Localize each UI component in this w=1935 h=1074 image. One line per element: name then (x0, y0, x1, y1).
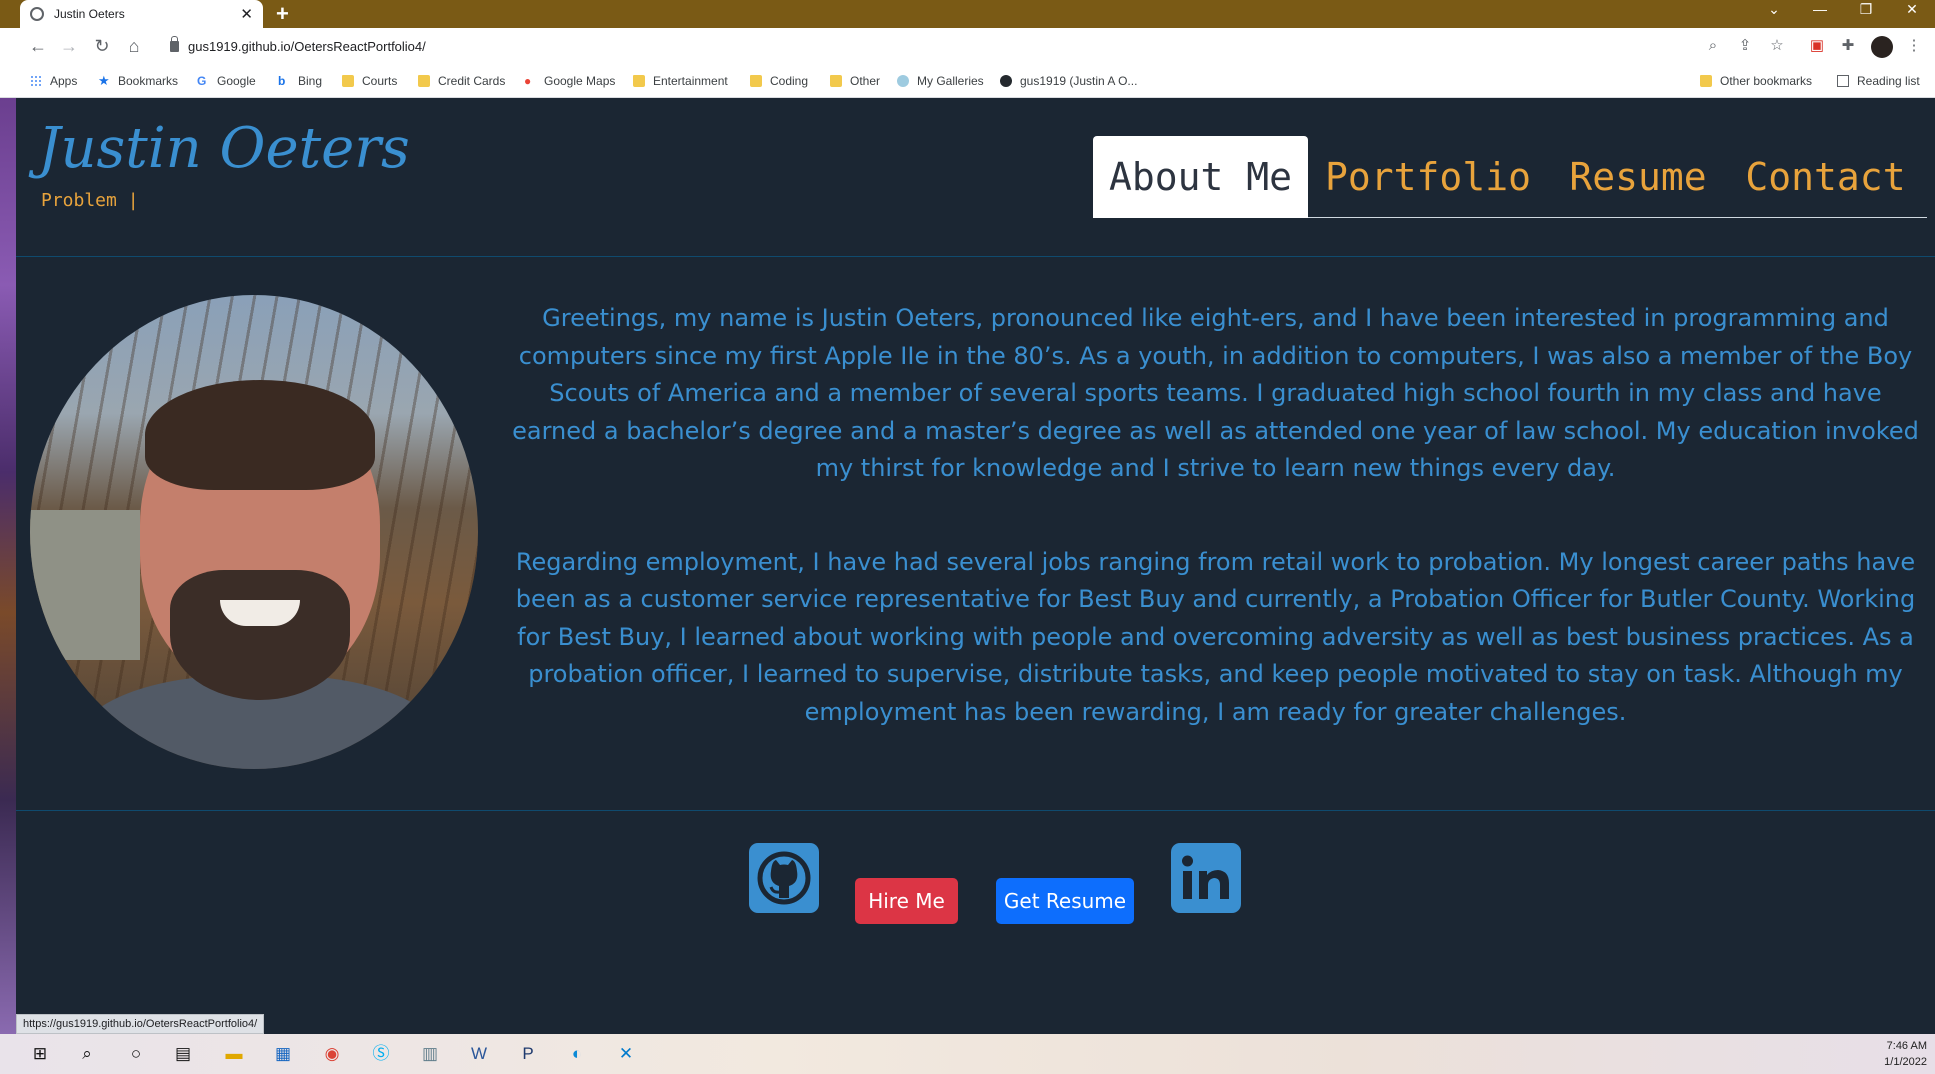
bookmark-courts[interactable]: Courts (342, 73, 397, 89)
edge-icon[interactable]: ◐ (565, 1042, 589, 1066)
new-tab-button[interactable]: + (276, 1, 289, 27)
search-icon[interactable]: ⌕ (75, 1042, 99, 1066)
bookmark-google-maps[interactable]: ● Google Maps (524, 73, 615, 89)
windows-taskbar: ⊞ ⌕ ○ ▤ ▬ ▦ ◉ Ⓢ ▥ W P ◐ ✕ 7:46 AM 1/1/20… (0, 1034, 1935, 1074)
clock-date: 1/1/2022 (1884, 1056, 1927, 1068)
folder-icon (750, 75, 762, 87)
bing-icon: b (278, 74, 286, 88)
folder-icon (342, 75, 354, 87)
calculator-icon[interactable]: ▥ (418, 1042, 442, 1066)
get-resume-button[interactable]: Get Resume (996, 878, 1134, 924)
nav-resume[interactable]: Resume (1548, 136, 1728, 218)
globe-icon (30, 7, 44, 21)
main-nav: About Me Portfolio Resume Contact (1093, 136, 1927, 218)
address-bar[interactable]: gus1919.github.io/OetersReactPortfolio4/ (160, 32, 1730, 60)
about-bio: Greetings, my name is Justin Oeters, pro… (509, 300, 1922, 731)
star-icon: ★ (98, 73, 110, 88)
folder-icon (1700, 75, 1712, 87)
publisher-icon[interactable]: P (516, 1042, 540, 1066)
vscode-icon[interactable]: ✕ (614, 1042, 638, 1066)
maps-pin-icon: ● (524, 74, 532, 88)
word-icon[interactable]: W (467, 1042, 491, 1066)
nav-about-me[interactable]: About Me (1093, 136, 1308, 218)
tab-search-icon[interactable]: ⌄ (1751, 0, 1797, 20)
nav-portfolio[interactable]: Portfolio (1308, 136, 1548, 218)
folder-icon (633, 75, 645, 87)
share-icon[interactable]: ⇪ (1735, 36, 1755, 56)
header-divider (16, 256, 1935, 257)
bookmark-coding[interactable]: Coding (750, 73, 808, 89)
restore-button[interactable]: ❐ (1843, 0, 1889, 20)
clock-time: 7:46 AM (1886, 1040, 1927, 1052)
site-brand[interactable]: Justin Oeters (38, 116, 410, 181)
tab-close-icon[interactable]: ✕ (240, 5, 253, 23)
file-explorer-icon[interactable]: ▬ (222, 1042, 246, 1066)
profile-photo (30, 295, 478, 769)
extensions-puzzle-icon[interactable]: ✚ (1838, 36, 1858, 56)
task-view-icon[interactable]: ▤ (171, 1042, 195, 1066)
lock-icon (170, 35, 179, 52)
forward-arrow-icon[interactable]: → (57, 34, 81, 58)
bookmark-bookmarks[interactable]: ★ Bookmarks (98, 73, 178, 89)
zoom-icon[interactable]: ⌕ (1703, 36, 1723, 56)
browser-tab-active[interactable]: Justin Oeters ✕ (20, 0, 263, 28)
url-text: gus1919.github.io/OetersReactPortfolio4/ (188, 38, 426, 54)
apps-grid-icon (30, 75, 42, 87)
other-bookmarks-folder[interactable]: Other bookmarks (1700, 73, 1812, 89)
github-icon[interactable] (749, 843, 819, 913)
bookmark-other[interactable]: Other (830, 73, 880, 89)
bookmark-bing[interactable]: b Bing (278, 73, 322, 89)
reading-list[interactable]: Reading list (1837, 73, 1920, 89)
bookmark-google[interactable]: G Google (197, 73, 256, 89)
chrome-icon[interactable]: ◉ (320, 1042, 344, 1066)
store-icon[interactable]: ▦ (271, 1042, 295, 1066)
nav-contact[interactable]: Contact (1728, 136, 1923, 218)
footer-divider (16, 810, 1935, 811)
folder-icon (830, 75, 842, 87)
desktop-wallpaper-edge (0, 98, 16, 1034)
bookmark-my-galleries[interactable]: My Galleries (897, 73, 984, 89)
browser-tab-strip: Justin Oeters ✕ + ⌄ — ❐ ✕ (0, 0, 1935, 28)
bio-paragraph: Greetings, my name is Justin Oeters, pro… (512, 304, 1919, 482)
back-arrow-icon[interactable]: ← (26, 34, 50, 58)
hire-me-button[interactable]: Hire Me (855, 878, 958, 924)
close-window-button[interactable]: ✕ (1889, 0, 1935, 20)
bookmark-star-icon[interactable]: ☆ (1767, 36, 1787, 56)
extension-badge-icon[interactable]: ▣ (1807, 36, 1827, 56)
linkedin-icon[interactable] (1171, 843, 1241, 913)
folder-icon (418, 75, 430, 87)
windows-start-icon[interactable]: ⊞ (28, 1042, 52, 1066)
home-icon[interactable]: ⌂ (122, 34, 146, 58)
status-link-preview: https://gus1919.github.io/OetersReactPor… (16, 1014, 265, 1034)
bookmark-credit-cards[interactable]: Credit Cards (418, 73, 505, 89)
browser-toolbar: ← → ↻ ⌂ gus1919.github.io/OetersReactPor… (0, 28, 1935, 64)
galleries-icon (897, 75, 909, 87)
tab-title: Justin Oeters (54, 7, 125, 21)
bio-paragraph: Regarding employment, I have had several… (515, 547, 1916, 726)
browser-menu-icon[interactable]: ⋮ (1904, 36, 1924, 56)
portfolio-page: Justin Oeters Problem | About Me Portfol… (16, 98, 1935, 1034)
profile-avatar[interactable] (1871, 36, 1893, 58)
bookmark-entertainment[interactable]: Entertainment (633, 73, 728, 89)
skype-icon[interactable]: Ⓢ (369, 1042, 393, 1066)
github-icon (1000, 75, 1012, 87)
system-clock[interactable]: 7:46 AM 1/1/2022 (1884, 1038, 1927, 1070)
google-icon: G (197, 74, 207, 88)
bookmark-apps[interactable]: Apps (30, 73, 77, 89)
cortana-icon[interactable]: ○ (124, 1042, 148, 1066)
reload-icon[interactable]: ↻ (90, 34, 114, 58)
typewriter-text: Problem | (41, 190, 139, 211)
bookmark-github[interactable]: gus1919 (Justin A O... (1000, 73, 1137, 89)
bookmarks-bar: Apps ★ Bookmarks G Google b Bing Courts Cre… (0, 64, 1935, 98)
reading-list-icon (1837, 75, 1849, 87)
minimize-button[interactable]: — (1797, 0, 1843, 20)
